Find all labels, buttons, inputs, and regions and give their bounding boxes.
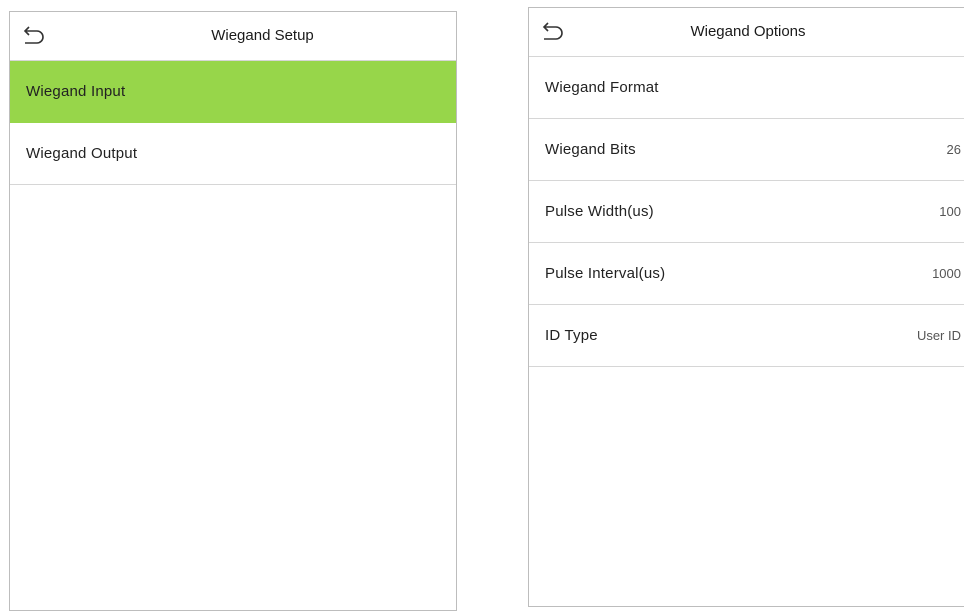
option-value: User ID <box>916 328 961 343</box>
option-value: 26 <box>946 142 961 157</box>
page-title: Wiegand Options <box>690 23 806 40</box>
wiegand-options-screen: Wiegand Options Wiegand Format Wiegand B… <box>528 7 964 607</box>
option-label: Pulse Width(us) <box>545 203 654 220</box>
option-label: Wiegand Bits <box>545 141 636 158</box>
menu-item-label: Wiegand Output <box>26 145 138 162</box>
option-pulse-interval[interactable]: Pulse Interval(us) 1000 <box>529 243 964 305</box>
menu-item-wiegand-output[interactable]: Wiegand Output <box>10 123 456 185</box>
option-value: 1000 <box>932 266 961 281</box>
option-wiegand-format[interactable]: Wiegand Format <box>529 57 964 119</box>
option-label: Wiegand Format <box>545 79 659 96</box>
title-bar: Wiegand Options <box>529 8 964 57</box>
wiegand-setup-screen: Wiegand Setup Wiegand Input Wiegand Outp… <box>9 11 457 611</box>
option-pulse-width[interactable]: Pulse Width(us) 100 <box>529 181 964 243</box>
page-title: Wiegand Setup <box>211 27 314 44</box>
title-bar: Wiegand Setup <box>10 12 456 61</box>
option-label: Pulse Interval(us) <box>545 265 666 282</box>
option-value: 100 <box>939 204 961 219</box>
option-id-type[interactable]: ID Type User ID <box>529 305 964 367</box>
option-label: ID Type <box>545 327 598 344</box>
menu-item-wiegand-input[interactable]: Wiegand Input <box>10 61 456 123</box>
menu-item-label: Wiegand Input <box>26 83 126 100</box>
option-wiegand-bits[interactable]: Wiegand Bits 26 <box>529 119 964 181</box>
